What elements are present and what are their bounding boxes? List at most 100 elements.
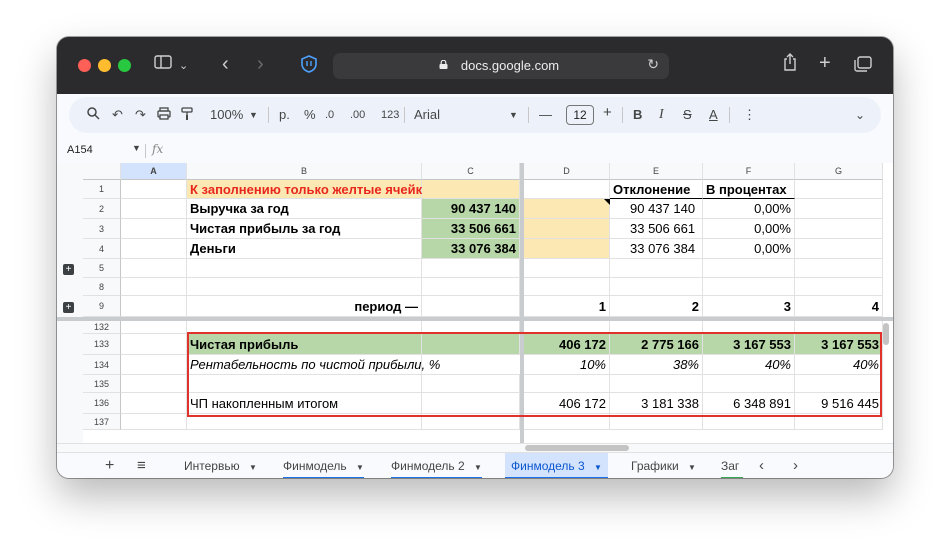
cell-d135[interactable] <box>524 375 610 393</box>
cell-g3[interactable] <box>795 219 883 239</box>
zoom-window-button[interactable] <box>118 59 131 72</box>
reload-icon[interactable]: ↻ <box>647 56 659 73</box>
cell-g132[interactable] <box>795 321 883 334</box>
row-header[interactable]: 135 <box>83 375 121 393</box>
cell-g2[interactable] <box>795 199 883 219</box>
horizontal-scrollbar-thumb[interactable] <box>525 445 629 451</box>
sidebar-icon[interactable] <box>154 55 172 75</box>
cell-c3[interactable]: 33 506 661 <box>422 219 520 239</box>
chevron-down-icon[interactable]: ▼ <box>356 463 364 472</box>
cell-b2[interactable]: Выручка за год <box>187 199 422 219</box>
cell-c132[interactable] <box>422 321 520 334</box>
spreadsheet-grid[interactable]: A B C D E F G 1 К заполнению только желт… <box>57 163 893 443</box>
cell-c2[interactable]: 90 437 140 <box>422 199 520 219</box>
cell-e133[interactable]: 2 775 166 <box>610 334 703 355</box>
tab-interview[interactable]: Интервью ▼ <box>184 453 257 478</box>
cell-c8[interactable] <box>422 278 520 296</box>
cell-d1[interactable] <box>524 180 610 199</box>
cell-f1[interactable]: В процентах <box>703 180 795 199</box>
cell-e4[interactable]: 33 076 384 <box>610 239 703 259</box>
row-header[interactable]: 4 <box>83 239 121 259</box>
name-box[interactable]: A154 <box>67 144 93 156</box>
select-all-corner[interactable] <box>83 163 121 180</box>
cell-a133[interactable] <box>121 334 187 355</box>
cell-c133[interactable] <box>422 334 520 355</box>
row-header[interactable]: 136 <box>83 393 121 414</box>
close-window-button[interactable] <box>78 59 91 72</box>
more-options-button[interactable]: ⋮ <box>743 107 756 123</box>
horizontal-scrollbar[interactable] <box>57 443 893 452</box>
cell-b1[interactable]: К заполнению только желтые ячейки! <box>187 180 434 199</box>
row-header[interactable]: 2 <box>83 199 121 219</box>
cell-e132[interactable] <box>610 321 703 334</box>
address-bar[interactable]: docs.google.com ↻ <box>333 53 669 79</box>
scroll-tabs-right-icon[interactable]: › <box>793 453 798 478</box>
cell-f8[interactable] <box>703 278 795 296</box>
strikethrough-button[interactable]: S <box>683 107 692 123</box>
column-header-c[interactable]: C <box>422 163 520 180</box>
chevron-down-icon[interactable]: ▼ <box>594 463 602 472</box>
cell-e3[interactable]: 33 506 661 <box>610 219 703 239</box>
collapse-toolbar-chevron-icon[interactable]: ⌄ <box>855 107 865 123</box>
cell-b135[interactable] <box>187 375 422 393</box>
tab-zag[interactable]: Заг <box>721 453 743 478</box>
chevron-down-icon[interactable]: ▼ <box>474 463 482 472</box>
cell-g8[interactable] <box>795 278 883 296</box>
font-size-decrease-button[interactable]: — <box>539 107 552 123</box>
frozen-columns-divider[interactable] <box>520 163 524 443</box>
cell-c134[interactable] <box>422 355 520 375</box>
cell-a134[interactable] <box>121 355 187 375</box>
paint-format-icon[interactable] <box>181 107 193 125</box>
expand-group-icon[interactable]: + <box>63 264 74 275</box>
chevron-down-icon[interactable]: ⌄ <box>179 56 188 76</box>
row-header[interactable]: 133 <box>83 334 121 355</box>
column-header-d[interactable]: D <box>524 163 610 180</box>
search-icon[interactable] <box>87 107 100 124</box>
vertical-scrollbar-thumb[interactable] <box>883 323 889 345</box>
row-header[interactable]: 5 <box>83 259 121 278</box>
row-header[interactable]: 3 <box>83 219 121 239</box>
cell-d133[interactable]: 406 172 <box>524 334 610 355</box>
decrease-decimal-button[interactable]: .0 <box>325 107 334 123</box>
chevron-down-icon[interactable]: ▼ <box>249 463 257 472</box>
column-header-b[interactable]: B <box>187 163 422 180</box>
cell-c4[interactable]: 33 076 384 <box>422 239 520 259</box>
cell-d137[interactable] <box>524 414 610 430</box>
cell-d132[interactable] <box>524 321 610 334</box>
cell-b137[interactable] <box>187 414 422 430</box>
row-header[interactable]: 134 <box>83 355 121 375</box>
cell-b133[interactable]: Чистая прибыль <box>187 334 422 355</box>
font-select[interactable]: Arial <box>414 107 440 123</box>
cell-b4[interactable]: Деньги <box>187 239 422 259</box>
cell-e5[interactable] <box>610 259 703 278</box>
cell-g135[interactable] <box>795 375 883 393</box>
cell-e137[interactable] <box>610 414 703 430</box>
cell-b136[interactable]: ЧП накопленным итогом <box>187 393 422 414</box>
cell-e135[interactable] <box>610 375 703 393</box>
cell-f2[interactable]: 0,00% <box>703 199 795 219</box>
cell-d2[interactable] <box>524 199 610 219</box>
column-header-e[interactable]: E <box>610 163 703 180</box>
currency-button[interactable]: р. <box>279 107 290 123</box>
new-tab-icon[interactable]: + <box>819 53 831 73</box>
font-size-input[interactable]: 12 <box>566 105 594 125</box>
chevron-down-icon[interactable]: ▼ <box>688 463 696 472</box>
cell-a8[interactable] <box>121 278 187 296</box>
cell-g4[interactable] <box>795 239 883 259</box>
cell-b132[interactable] <box>187 321 422 334</box>
column-header-g[interactable]: G <box>795 163 883 180</box>
text-color-button[interactable]: A <box>709 107 718 123</box>
row-header[interactable]: 9 <box>83 296 121 317</box>
cell-b134[interactable]: Рентабельность по чистой прибыли, % <box>187 355 440 375</box>
cell-b5[interactable] <box>187 259 422 278</box>
tab-finmodel[interactable]: Финмодель ▼ <box>283 453 364 478</box>
cell-d136[interactable]: 406 172 <box>524 393 610 414</box>
cell-c1[interactable] <box>422 180 520 199</box>
cell-a136[interactable] <box>121 393 187 414</box>
shield-icon[interactable] <box>301 55 317 79</box>
chevron-down-icon[interactable]: ▼ <box>249 107 258 123</box>
cell-d3[interactable] <box>524 219 610 239</box>
cell-f136[interactable]: 6 348 891 <box>703 393 795 414</box>
chevron-down-icon[interactable]: ▼ <box>509 107 518 123</box>
cell-e1[interactable]: Отклонение <box>610 180 703 199</box>
